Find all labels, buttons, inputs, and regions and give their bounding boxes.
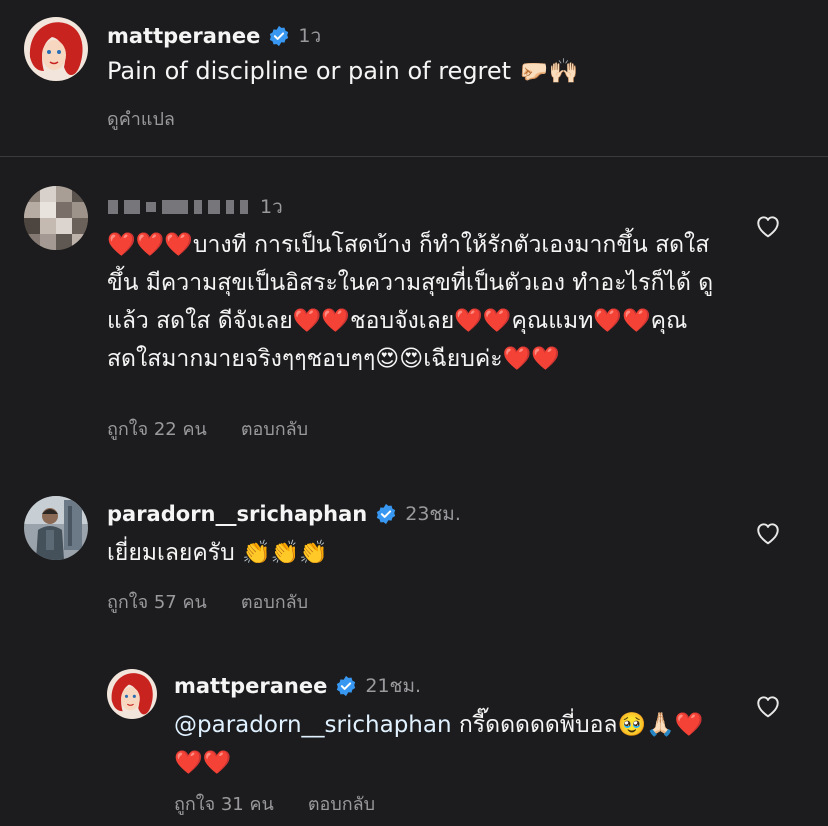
comment-avatar-paradorn[interactable] (24, 496, 88, 560)
username[interactable]: paradorn__srichaphan (107, 502, 367, 526)
like-count[interactable]: ถูกใจ 57 คน (107, 592, 207, 613)
reply-text: @paradorn__srichaphan กรี๊ดดดดดพี่บอล🥹🙏🏻… (174, 706, 714, 782)
post-author-avatar[interactable] (24, 17, 88, 81)
reply-button[interactable]: ตอบกลับ (241, 419, 308, 440)
reply-time: 21ชม. (365, 675, 422, 697)
comment-meta: ถูกใจ 22 คน ตอบกลับ (107, 414, 308, 443)
comment-author[interactable]: paradorn__srichaphan 23ชม. (107, 499, 461, 529)
post-time: 1ว (298, 25, 322, 47)
heart-outline-icon[interactable] (755, 694, 781, 718)
like-count[interactable]: ถูกใจ 22 คน (107, 419, 207, 440)
divider (0, 156, 828, 157)
reply-author[interactable]: mattperanee 21ชม. (174, 671, 421, 701)
post-caption: Pain of discipline or pain of regret 🤛🏻🙌… (107, 57, 579, 85)
reply-meta: ถูกใจ 31 คน ตอบกลับ (174, 789, 375, 818)
mention-link[interactable]: @paradorn__srichaphan (174, 712, 452, 738)
reply-button[interactable]: ตอบกลับ (241, 592, 308, 613)
translate-link[interactable]: ดูคำแปล (107, 104, 175, 133)
comment-avatar-blurred[interactable] (24, 186, 88, 250)
verified-badge-icon (375, 503, 397, 525)
reply-avatar[interactable] (107, 669, 157, 719)
comment-meta: ถูกใจ 57 คน ตอบกลับ (107, 587, 308, 616)
comment-author-blurred[interactable]: 1ว (108, 192, 283, 222)
post-author-name[interactable]: mattperanee 1ว (107, 21, 321, 51)
verified-badge-icon (335, 675, 357, 697)
heart-outline-icon[interactable] (755, 521, 781, 545)
verified-badge-icon (268, 25, 290, 47)
heart-outline-icon[interactable] (755, 214, 781, 238)
comment-time: 23ชม. (405, 503, 461, 525)
like-count[interactable]: ถูกใจ 31 คน (174, 794, 274, 815)
comment-text: เยี่ยมเลยครับ 👏👏👏 (107, 540, 328, 566)
reply-button[interactable]: ตอบกลับ (308, 794, 375, 815)
username[interactable]: mattperanee (174, 674, 327, 698)
username[interactable]: mattperanee (107, 24, 260, 48)
comment-time: 1ว (260, 196, 283, 218)
comment-text: ❤️❤️❤️บางที การเป็นโสดบ้าง ก็ทำให้รักตัว… (107, 232, 714, 372)
